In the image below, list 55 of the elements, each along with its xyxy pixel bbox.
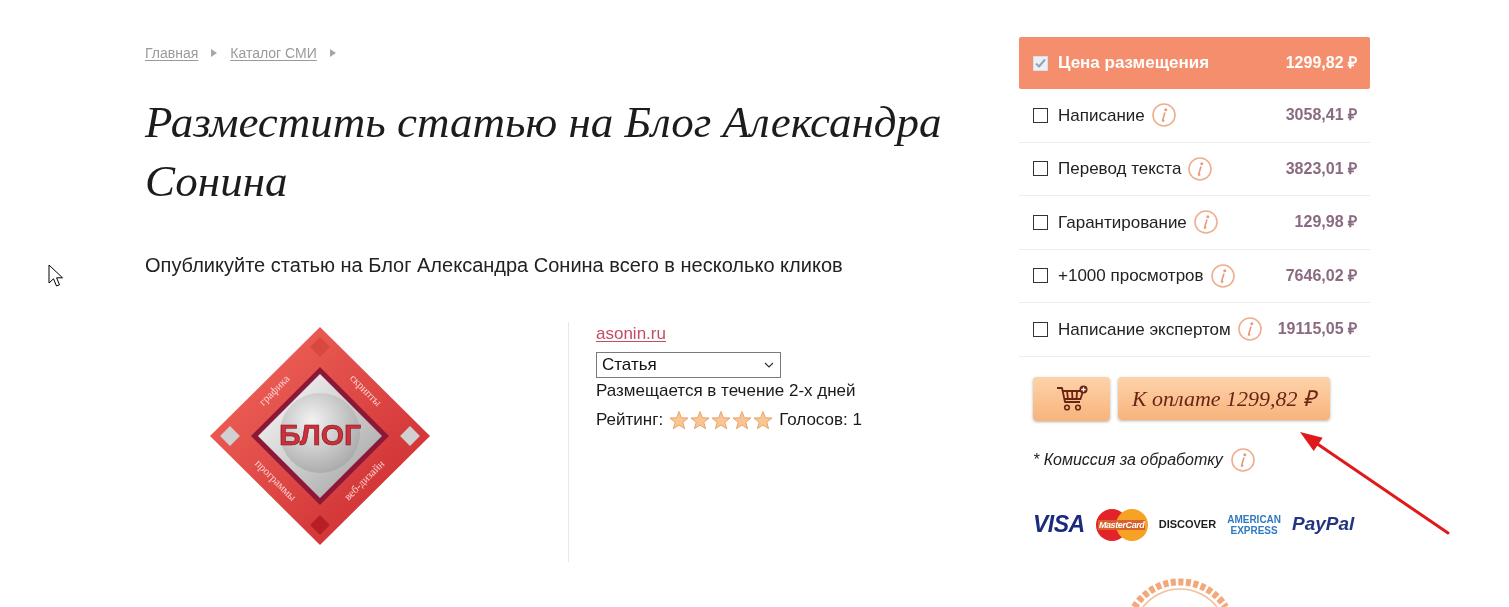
info-icon[interactable] <box>1237 317 1262 342</box>
pay-button[interactable]: К оплате 1299,82 ₽ <box>1118 377 1330 420</box>
rating-label: Рейтинг: <box>596 409 664 431</box>
star-icon <box>711 410 732 430</box>
logo-title: БЛОГ <box>278 418 362 451</box>
option-label: +1000 просмотров <box>1058 265 1204 287</box>
option-label: Перевод текста <box>1058 158 1182 180</box>
vote-count: Голосов: 1 <box>779 409 862 431</box>
small-diamond-icon <box>310 515 330 535</box>
star-icon <box>669 410 690 430</box>
checkbox[interactable] <box>1033 161 1048 177</box>
small-diamond-icon <box>310 337 330 357</box>
add-to-cart-button[interactable] <box>1033 376 1110 421</box>
star-icon <box>690 410 711 430</box>
info-icon[interactable] <box>1151 103 1176 128</box>
payment-logo: MasterCard <box>1097 519 1146 530</box>
option-label: Гарантирование <box>1058 211 1187 234</box>
price-value: 1299,82 ₽ <box>1285 53 1357 73</box>
chevron-down-icon <box>764 362 774 368</box>
info-icon[interactable] <box>1188 156 1213 181</box>
star-icon <box>732 410 753 430</box>
price-value: 19115,05 ₽ <box>1277 319 1357 340</box>
info-icon[interactable] <box>1210 263 1235 288</box>
info-icon[interactable] <box>1230 447 1255 472</box>
small-diamond-icon <box>220 426 240 446</box>
info-icon[interactable] <box>1193 210 1218 235</box>
payment-logo: VISA <box>1033 513 1085 536</box>
cursor-icon <box>48 264 65 289</box>
placement-time: Размещается в течение 2-х дней <box>596 380 857 402</box>
cart-plus-icon <box>1055 384 1088 413</box>
price-value: 3823,01 ₽ <box>1285 158 1357 179</box>
type-select[interactable]: Статья <box>596 352 781 378</box>
option-label: Написание экспертом <box>1058 318 1231 341</box>
option-label: Написание <box>1058 104 1145 127</box>
breadcrumb-link[interactable]: Главная <box>145 44 199 62</box>
checkbox[interactable] <box>1033 107 1048 123</box>
commission-note: * Комиссия за обработку <box>1033 449 1223 470</box>
triangle-icon <box>329 49 336 57</box>
payment-logo: DISCOVER <box>1158 517 1217 533</box>
payment-logo: AMERICAN EXPRESS <box>1227 513 1282 536</box>
star-icon <box>753 410 774 430</box>
payment-logo: PayPal <box>1292 512 1355 537</box>
triangle-icon <box>211 49 218 57</box>
option-label: Цена размещения <box>1058 52 1210 75</box>
checkbox[interactable] <box>1033 214 1048 230</box>
price-value: 7646,02 ₽ <box>1285 265 1357 286</box>
checkbox[interactable] <box>1033 321 1048 337</box>
breadcrumb-link[interactable]: Каталог СМИ <box>230 44 317 62</box>
page-subtitle: Опубликуйте статью на Блог Александра Сонина всего в несколько кликов <box>145 253 844 278</box>
checkbox[interactable] <box>1033 268 1048 284</box>
small-diamond-icon <box>400 426 420 446</box>
price-value: 3058,41 ₽ <box>1285 105 1357 126</box>
site-link[interactable]: asonin.ru <box>596 323 666 345</box>
price-value: 129,98 ₽ <box>1294 212 1357 233</box>
page-title: Разместить статью на Блог Александра Сонина <box>145 96 943 208</box>
